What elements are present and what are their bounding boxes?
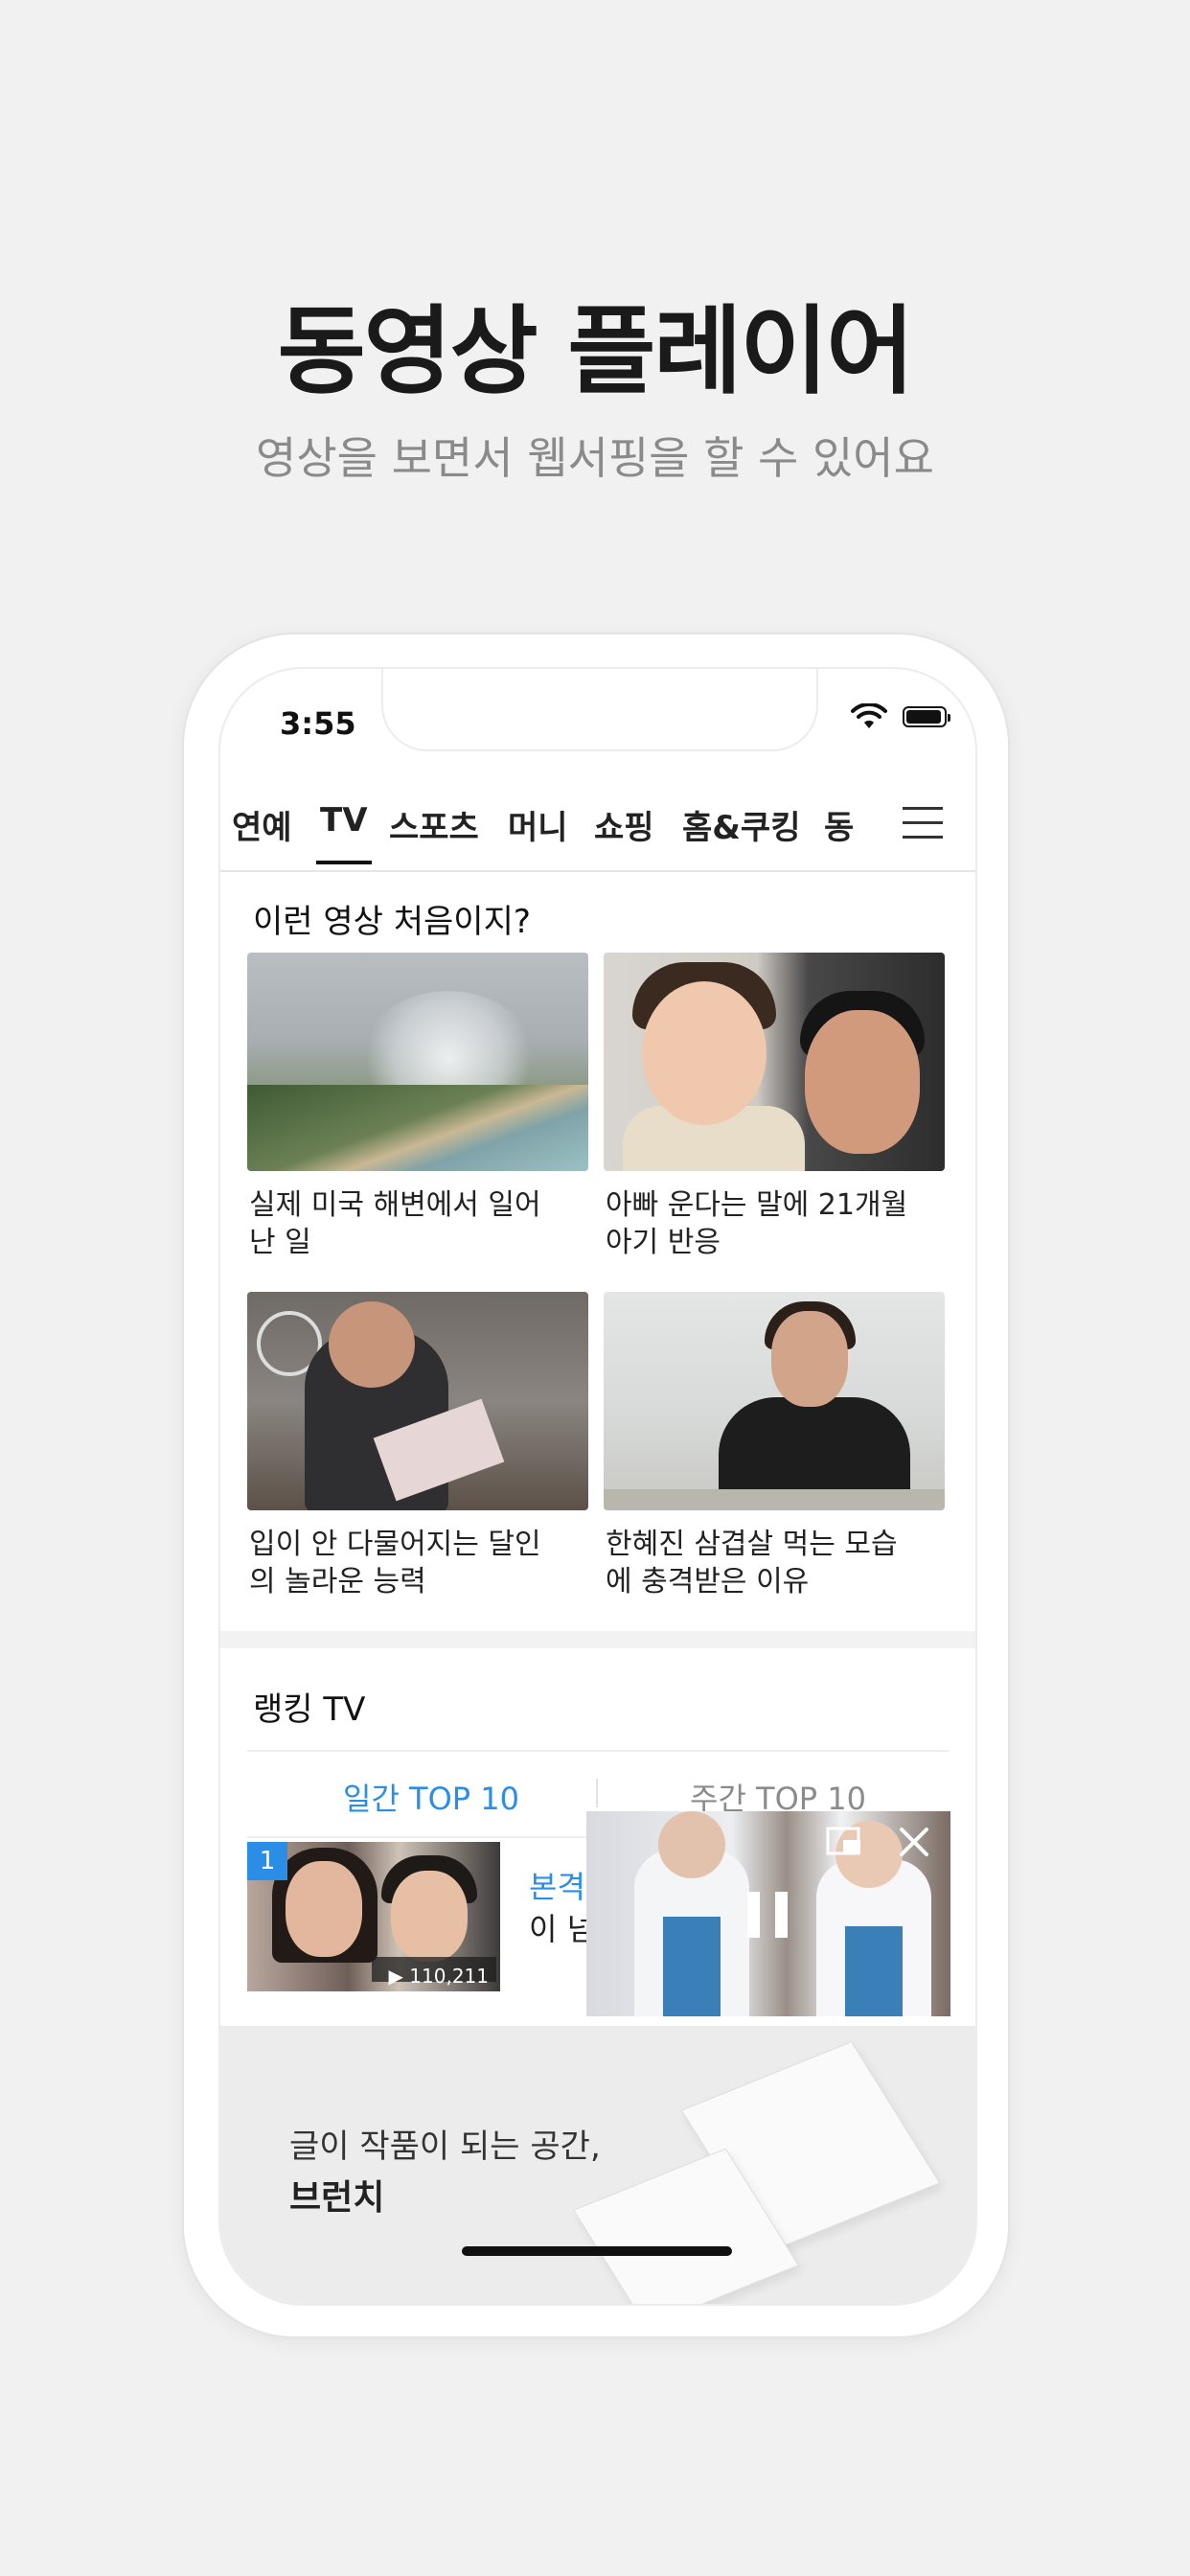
section-divider (220, 1631, 975, 1648)
video-thumbnail[interactable] (604, 953, 945, 1171)
notch (381, 669, 818, 751)
ranking-thumbnail[interactable]: 1 ▶ 110,211 (247, 1842, 500, 1991)
video-caption[interactable]: 입이 안 다물어지는 달인의 놀라운 능력 (249, 1526, 565, 1600)
video-thumbnail[interactable] (604, 1292, 945, 1510)
brunch-banner[interactable]: 글이 작품이 되는 공간, 브런치 (220, 2026, 975, 2304)
tab-home-cooking[interactable]: 홈&쿠킹 (682, 801, 801, 848)
view-count: ▶ 110,211 (388, 1965, 489, 1988)
phone-screen: 3:55 연예 TV 스포츠 머니 쇼핑 홈&쿠킹 동 이런 영상 처음이지? (218, 667, 977, 2306)
tab-daily-top10[interactable]: 일간 TOP 10 (343, 1775, 519, 1819)
divider (247, 1750, 949, 1752)
video-caption[interactable]: 아빠 운다는 말에 21개월 아기 반응 (606, 1186, 922, 1261)
hero-subtitle: 영상을 보면서 웹서핑을 할 수 있어요 (256, 432, 934, 484)
pause-icon[interactable] (747, 1892, 788, 1938)
tab-shopping[interactable]: 쇼핑 (594, 801, 654, 848)
section-title-first-video: 이런 영상 처음이지? (253, 903, 531, 941)
status-time: 3:55 (280, 705, 356, 742)
menu-icon[interactable] (903, 807, 943, 841)
picture-in-picture-icon[interactable] (826, 1827, 864, 1857)
rank-badge: 1 (247, 1842, 287, 1880)
video-thumbnail[interactable] (247, 1292, 588, 1510)
wifi-icon (851, 703, 887, 728)
tab-sports[interactable]: 스포츠 (389, 801, 479, 848)
video-caption[interactable]: 실제 미국 해변에서 일어난 일 (249, 1186, 565, 1261)
banner-text: 글이 작품이 되는 공간, (289, 2128, 601, 2166)
battery-icon (903, 706, 950, 727)
tab-tv[interactable]: TV (316, 801, 371, 864)
home-indicator (462, 2246, 732, 2256)
tab-money[interactable]: 머니 (508, 801, 568, 848)
ranking-title: 랭킹 TV (253, 1690, 366, 1729)
tab-more-partial[interactable]: 동 (824, 801, 862, 848)
tab-entertainment[interactable]: 연예 (232, 801, 292, 848)
mini-video-player[interactable] (586, 1811, 950, 2016)
video-thumbnail[interactable] (247, 953, 588, 1171)
ranking-item-title-line2[interactable]: 이 넘 (529, 1905, 595, 1949)
hero-title: 동영상 플레이어 (277, 295, 915, 407)
video-caption[interactable]: 한혜진 삼겹살 먹는 모습에 충격받은 이유 (606, 1526, 922, 1600)
ranking-item-title[interactable]: 본격 (529, 1863, 585, 1907)
close-icon[interactable] (897, 1825, 931, 1859)
tab-separator (596, 1779, 598, 1807)
banner-brand: 브런치 (289, 2178, 385, 2218)
phone-frame: 3:55 연예 TV 스포츠 머니 쇼핑 홈&쿠킹 동 이런 영상 처음이지? (182, 632, 1010, 2338)
status-icons (851, 703, 950, 730)
category-tabs: 연예 TV 스포츠 머니 쇼핑 홈&쿠킹 동 (220, 784, 975, 872)
